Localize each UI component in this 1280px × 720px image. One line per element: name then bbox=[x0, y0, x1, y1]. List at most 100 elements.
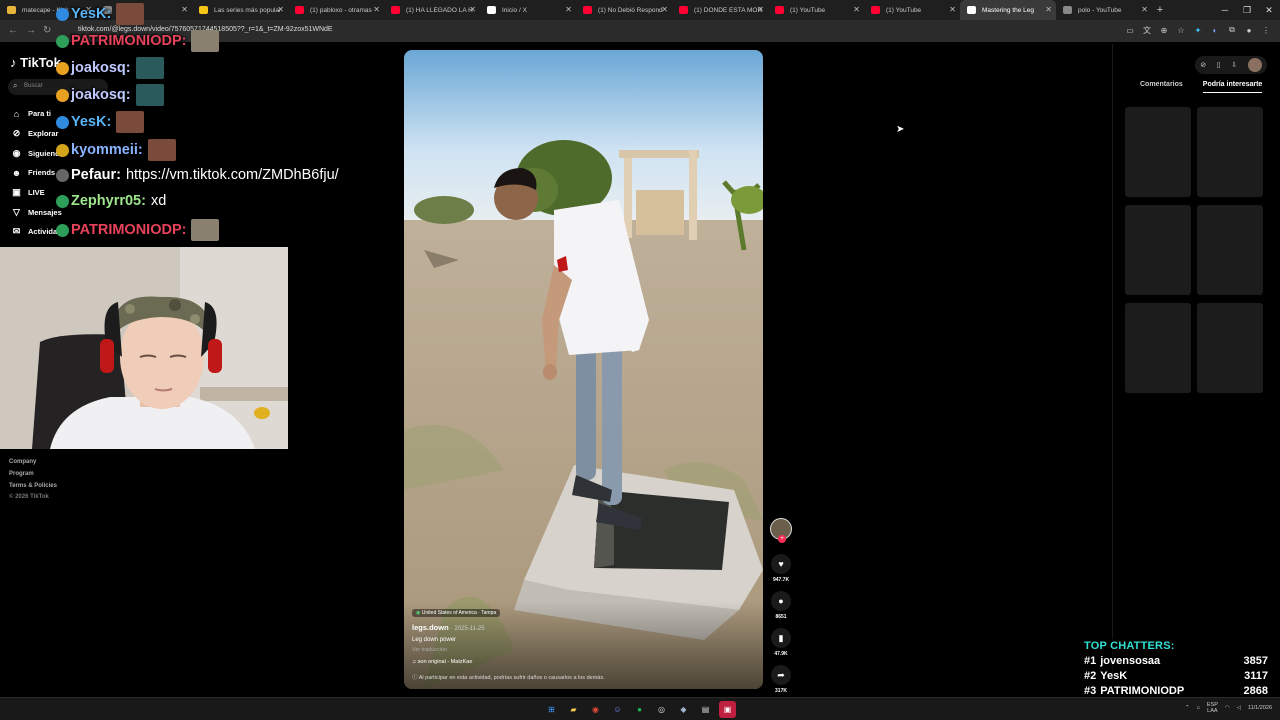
tab-close-icon[interactable]: ✕ bbox=[1045, 5, 1052, 14]
browser-tab[interactable]: (1) DONDE ESTA MOR ✕ bbox=[672, 0, 768, 20]
discord-icon[interactable]: ☺ bbox=[609, 701, 626, 718]
footer-link-program[interactable]: Program bbox=[9, 469, 57, 481]
chat-badge-icon bbox=[56, 168, 69, 182]
follow-plus-icon[interactable]: + bbox=[778, 535, 786, 543]
tab-close-icon[interactable]: ✕ bbox=[181, 5, 188, 14]
author-avatar[interactable]: + bbox=[770, 518, 792, 543]
browser-tab[interactable]: (1) pabloxo - otramas ✕ bbox=[288, 0, 384, 20]
tab-close-icon[interactable]: ✕ bbox=[757, 5, 764, 14]
volume-icon[interactable]: ◁ bbox=[1237, 705, 1241, 711]
bookmark-star-icon[interactable]: ☆ bbox=[1175, 24, 1187, 36]
browser-tab[interactable]: polo - YouTube ✕ bbox=[1056, 0, 1152, 20]
suggested-video-tile[interactable] bbox=[1125, 205, 1191, 295]
tab-close-icon[interactable]: ✕ bbox=[565, 5, 572, 14]
chatter-rank-name: #2 YesK bbox=[1084, 670, 1127, 682]
chat-username[interactable]: YesK: bbox=[71, 114, 111, 130]
profile-icon[interactable]: ● bbox=[1243, 24, 1255, 36]
tab-favicon-icon bbox=[679, 6, 688, 14]
author-name[interactable]: legs.down bbox=[412, 623, 449, 632]
right-panel-tabs: Comentarios Podría interesarte bbox=[1140, 81, 1263, 93]
footer-link-company[interactable]: Company bbox=[9, 457, 57, 469]
browser-tab[interactable]: Las series más popular ✕ bbox=[192, 0, 288, 20]
top-chatters-title: TOP CHATTERS: bbox=[1084, 640, 1175, 652]
tab-close-icon[interactable]: ✕ bbox=[1141, 5, 1148, 14]
browser-tab[interactable]: (1) No Debió Respond ✕ bbox=[576, 0, 672, 20]
spotify-icon[interactable]: ● bbox=[631, 701, 648, 718]
translate-icon[interactable]: 文 bbox=[1141, 24, 1153, 36]
cast-icon[interactable]: ▭ bbox=[1124, 24, 1136, 36]
video-player[interactable]: ◉ United States of America · Tampa legs.… bbox=[404, 50, 763, 689]
browser-tab[interactable]: (1) HA LLEGADO LA H ✕ bbox=[384, 0, 480, 20]
browser-tab[interactable]: (1) YouTube ✕ bbox=[768, 0, 864, 20]
extension-icon[interactable]: ✦ bbox=[1192, 24, 1204, 36]
chat-username[interactable]: PATRIMONIODP: bbox=[71, 222, 186, 238]
browser-tab[interactable]: Mastering the Leg ✕ bbox=[960, 0, 1056, 20]
tray-chevron-icon[interactable]: ⌃ bbox=[1185, 705, 1190, 711]
tiktok-logo[interactable]: ♪ TikTok bbox=[10, 55, 61, 70]
chatter-rank: #2 bbox=[1084, 670, 1097, 682]
windows-start-icon[interactable]: ⊞ bbox=[543, 701, 560, 718]
zoom-icon[interactable]: ⊕ bbox=[1158, 24, 1170, 36]
chat-username[interactable]: kyommeii: bbox=[71, 142, 143, 158]
tab-close-icon[interactable]: ✕ bbox=[277, 5, 284, 14]
user-avatar[interactable] bbox=[1247, 58, 1262, 72]
terminal-icon[interactable]: ▤ bbox=[697, 701, 714, 718]
capture-app-icon[interactable]: ▣ bbox=[719, 701, 736, 718]
tab-close-icon[interactable]: ✕ bbox=[373, 5, 380, 14]
wifi-icon[interactable]: ◠ bbox=[1225, 705, 1230, 711]
chat-username[interactable]: Zephyrr05: bbox=[71, 193, 146, 209]
browser-tab[interactable]: (1) YouTube ✕ bbox=[864, 0, 960, 20]
see-translation-link[interactable]: Ver traducción bbox=[412, 647, 757, 653]
chatter-name: jovensosaa bbox=[1100, 655, 1161, 667]
extension-icon[interactable]: ◐ bbox=[1209, 24, 1221, 36]
compass-icon[interactable]: ⊘ bbox=[1200, 61, 1206, 69]
chat-username[interactable]: joakosq: bbox=[71, 60, 131, 76]
new-tab-button[interactable]: + bbox=[1152, 0, 1168, 20]
chat-username[interactable]: YesK: bbox=[71, 6, 111, 22]
suggested-video-tile[interactable] bbox=[1125, 303, 1191, 393]
reload-icon[interactable]: ↻ bbox=[43, 25, 51, 36]
lang-indicator[interactable]: ESP LAA bbox=[1207, 702, 1218, 714]
obs-icon[interactable]: ◎ bbox=[653, 701, 670, 718]
phone-icon[interactable]: ▯ bbox=[1217, 61, 1221, 69]
tab-close-icon[interactable]: ✕ bbox=[949, 5, 956, 14]
browser-tab[interactable]: Inicio / X ✕ bbox=[480, 0, 576, 20]
file-explorer-icon[interactable]: ▰ bbox=[565, 701, 582, 718]
steam-icon[interactable]: ◆ bbox=[675, 701, 692, 718]
download-icon[interactable]: ⇩ bbox=[1231, 61, 1237, 69]
puzzle-icon[interactable]: ⧉ bbox=[1226, 24, 1238, 36]
maximize-icon[interactable]: ❐ bbox=[1236, 0, 1258, 20]
suggested-video-tile[interactable] bbox=[1125, 107, 1191, 197]
tab-close-icon[interactable]: ✕ bbox=[469, 5, 476, 14]
tab-close-icon[interactable]: ✕ bbox=[661, 5, 668, 14]
chrome-icon[interactable]: ◉ bbox=[587, 701, 604, 718]
forward-icon[interactable]: → bbox=[26, 25, 36, 36]
save-button[interactable]: ▮ 47.9K bbox=[770, 628, 792, 657]
sound-link[interactable]: ♫ son original - MatzKae bbox=[412, 659, 757, 665]
chat-username[interactable]: PATRIMONIODP: bbox=[71, 33, 186, 49]
menu-icon[interactable]: ⋮ bbox=[1260, 24, 1272, 36]
share-button[interactable]: ➦ 317K bbox=[770, 665, 792, 694]
suggested-video-tile[interactable] bbox=[1197, 303, 1263, 393]
clock[interactable]: 11/1/2026 bbox=[1248, 705, 1272, 711]
chat-username[interactable]: joakosq: bbox=[71, 87, 131, 103]
location-tag[interactable]: ◉ United States of America · Tampa bbox=[412, 609, 501, 617]
activity-icon: ✉ bbox=[12, 226, 21, 237]
suggested-video-tile[interactable] bbox=[1197, 107, 1263, 197]
tab-comments[interactable]: Comentarios bbox=[1140, 81, 1183, 93]
like-button[interactable]: ♥ 947.7K bbox=[770, 554, 792, 583]
comment-button[interactable]: ● 8651 bbox=[770, 591, 792, 620]
tab-favicon-icon bbox=[583, 6, 592, 14]
chat-username[interactable]: Pefaur: bbox=[71, 167, 121, 183]
back-icon[interactable]: ← bbox=[8, 25, 18, 36]
tab-favicon-icon bbox=[775, 6, 784, 14]
suggested-video-tile[interactable] bbox=[1197, 205, 1263, 295]
minimize-icon[interactable]: ─ bbox=[1214, 0, 1236, 20]
tab-close-icon[interactable]: ✕ bbox=[853, 5, 860, 14]
tab-suggested[interactable]: Podría interesarte bbox=[1202, 81, 1263, 93]
video-author[interactable]: legs.down · 2025-11-25 bbox=[412, 623, 757, 632]
close-icon[interactable]: ✕ bbox=[1258, 0, 1280, 20]
footer-link-terms[interactable]: Terms & Policies bbox=[9, 481, 57, 493]
taskbar-apps: ⊞ ▰ ◉ ☺ ● ◎ ◆ ▤ ▣ bbox=[543, 701, 736, 718]
network-icon[interactable]: ⌂ bbox=[1197, 705, 1200, 711]
